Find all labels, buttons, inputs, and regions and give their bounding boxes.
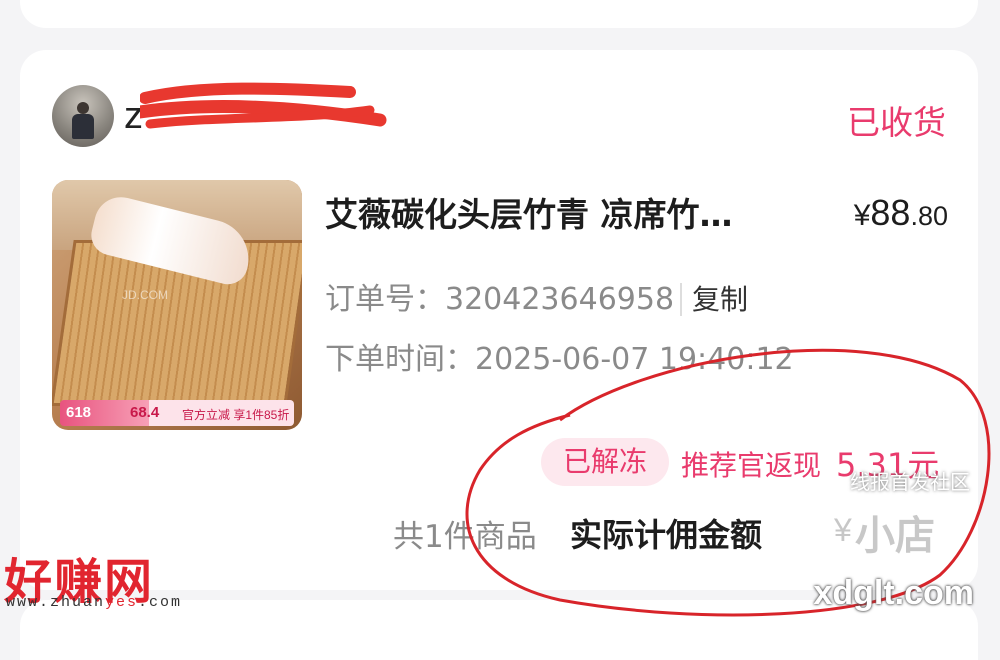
- price-decimal: .80: [910, 201, 948, 231]
- order-time-label: 下单时间：: [325, 342, 475, 377]
- actual-commission-label: 实际计佣金额: [570, 516, 763, 554]
- order-status: 已收货: [847, 103, 946, 142]
- copy-button[interactable]: 复制: [680, 283, 749, 316]
- community-watermark: 线报首发社区: [850, 470, 970, 494]
- avatar-figure-body: [72, 114, 94, 139]
- promo-text: 官方立减 享1件85折: [182, 408, 290, 422]
- item-count: 共1件商品: [393, 519, 537, 555]
- previous-card: [20, 0, 978, 28]
- username: z: [124, 95, 144, 137]
- product-title[interactable]: 艾薇碳化头层竹青 凉席竹…: [325, 188, 805, 236]
- avatar-figure-head: [77, 102, 89, 114]
- promo-618: 618: [66, 404, 92, 421]
- rebate-label: 推荐官返现: [681, 449, 822, 482]
- product-thumbnail[interactable]: JD.COM 618 68.4 官方立减 享1件85折: [52, 180, 302, 430]
- unfrozen-badge: 已解冻: [541, 438, 669, 486]
- order-number: 320423646958: [445, 282, 675, 317]
- promo-price: 68.4: [130, 404, 160, 421]
- product-price: ¥88.80: [854, 192, 948, 234]
- thumbnail-promo-banner: 618 68.4 官方立减 享1件85折: [60, 400, 294, 426]
- url-prefix: www.zhuan: [6, 594, 106, 611]
- order-number-row: 订单号：320423646958 复制: [325, 274, 749, 318]
- order-time-row: 下单时间：2025-06-07 19:40:12: [325, 334, 794, 378]
- store-watermark: 小店: [815, 508, 975, 564]
- site-url-watermark: www.zhuanyes.com: [6, 594, 182, 611]
- price-integer: 88: [870, 192, 911, 233]
- order-time: 2025-06-07 19:40:12: [475, 342, 794, 377]
- url-suffix: .com: [138, 594, 183, 611]
- user-avatar[interactable]: [52, 85, 114, 147]
- order-number-label: 订单号：: [325, 282, 445, 317]
- thumbnail-watermark: JD.COM: [122, 288, 168, 302]
- xdglt-watermark: xdglt.com: [813, 574, 974, 612]
- url-highlight: yes: [105, 594, 139, 611]
- price-currency: ¥: [853, 199, 871, 232]
